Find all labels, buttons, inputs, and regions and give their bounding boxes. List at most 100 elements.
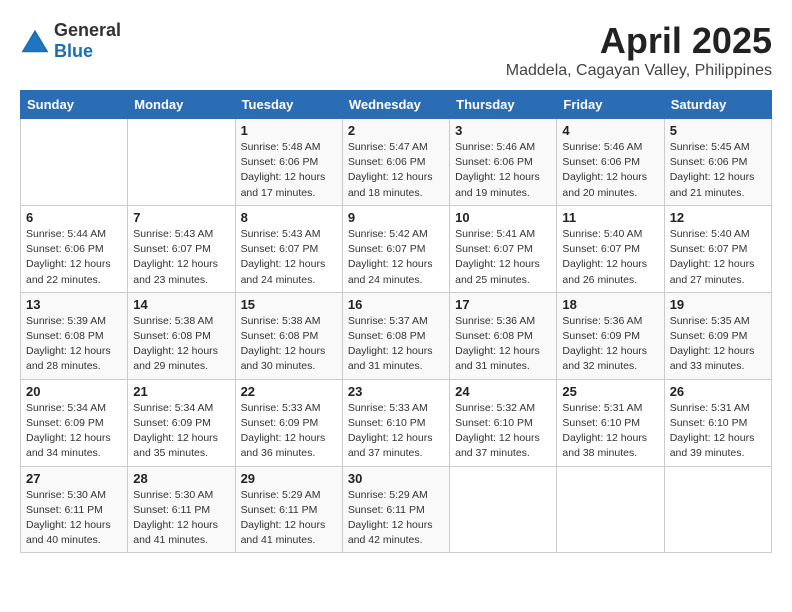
calendar-cell: 18Sunrise: 5:36 AM Sunset: 6:09 PM Dayli…: [557, 292, 664, 379]
calendar-cell: [450, 466, 557, 553]
day-info: Sunrise: 5:30 AM Sunset: 6:11 PM Dayligh…: [133, 488, 229, 549]
day-info: Sunrise: 5:37 AM Sunset: 6:08 PM Dayligh…: [348, 314, 444, 375]
day-number: 15: [241, 297, 337, 312]
day-number: 3: [455, 123, 551, 138]
calendar-cell: 2 Sunrise: 5:47 AM Sunset: 6:06 PM Daylig…: [342, 119, 449, 206]
calendar-cell: [664, 466, 771, 553]
calendar-cell: 24 Sunrise: 5:32 AM Sunset: 6:10 PM Dayli…: [450, 379, 557, 466]
day-info: Sunrise: 5:36 AM Sunset: 6:08 PM Dayligh…: [455, 314, 551, 375]
page-header: General Blue April 2025 Maddela, Cagayan…: [20, 20, 772, 80]
header-thursday: Thursday: [450, 91, 557, 119]
logo-text: General Blue: [54, 20, 121, 62]
header-sunday: Sunday: [21, 91, 128, 119]
day-number: 2: [348, 123, 444, 138]
day-number: 8: [241, 210, 337, 225]
calendar-week-row: 13 Sunrise: 5:39 AM Sunset: 6:08 PM Dayli…: [21, 292, 772, 379]
calendar-cell: 1 Sunrise: 5:48 AM Sunset: 6:06 PM Daylig…: [235, 119, 342, 206]
day-number: 28: [133, 471, 229, 486]
calendar-cell: 30 Sunrise: 5:29 AM Sunset: 6:11 PM Dayli…: [342, 466, 449, 553]
day-number: 9: [348, 210, 444, 225]
header-monday: Monday: [128, 91, 235, 119]
calendar-cell: 8 Sunrise: 5:43 AM Sunset: 6:07 PM Daylig…: [235, 205, 342, 292]
calendar-week-row: 6Sunrise: 5:44 AM Sunset: 6:06 PM Daylig…: [21, 205, 772, 292]
day-info: Sunrise: 5:32 AM Sunset: 6:10 PM Dayligh…: [455, 401, 551, 462]
day-info: Sunrise: 5:29 AM Sunset: 6:11 PM Dayligh…: [241, 488, 337, 549]
day-info: Sunrise: 5:34 AM Sunset: 6:09 PM Dayligh…: [26, 401, 122, 462]
day-number: 12: [670, 210, 766, 225]
calendar-cell: 21 Sunrise: 5:34 AM Sunset: 6:09 PM Dayli…: [128, 379, 235, 466]
day-info: Sunrise: 5:31 AM Sunset: 6:10 PM Dayligh…: [562, 401, 658, 462]
calendar-cell: 4Sunrise: 5:46 AM Sunset: 6:06 PM Daylig…: [557, 119, 664, 206]
calendar-cell: 16 Sunrise: 5:37 AM Sunset: 6:08 PM Dayli…: [342, 292, 449, 379]
header-tuesday: Tuesday: [235, 91, 342, 119]
location: Maddela, Cagayan Valley, Philippines: [506, 62, 772, 80]
day-info: Sunrise: 5:38 AM Sunset: 6:08 PM Dayligh…: [133, 314, 229, 375]
calendar-cell: 7Sunrise: 5:43 AM Sunset: 6:07 PM Daylig…: [128, 205, 235, 292]
day-number: 17: [455, 297, 551, 312]
day-info: Sunrise: 5:39 AM Sunset: 6:08 PM Dayligh…: [26, 314, 122, 375]
header-wednesday: Wednesday: [342, 91, 449, 119]
day-number: 4: [562, 123, 658, 138]
day-info: Sunrise: 5:30 AM Sunset: 6:11 PM Dayligh…: [26, 488, 122, 549]
calendar-cell: 17 Sunrise: 5:36 AM Sunset: 6:08 PM Dayli…: [450, 292, 557, 379]
calendar-cell: 27 Sunrise: 5:30 AM Sunset: 6:11 PM Dayli…: [21, 466, 128, 553]
calendar-week-row: 20Sunrise: 5:34 AM Sunset: 6:09 PM Dayli…: [21, 379, 772, 466]
calendar-week-row: 27 Sunrise: 5:30 AM Sunset: 6:11 PM Dayli…: [21, 466, 772, 553]
day-info: Sunrise: 5:33 AM Sunset: 6:10 PM Dayligh…: [348, 401, 444, 462]
day-info: Sunrise: 5:48 AM Sunset: 6:06 PM Dayligh…: [241, 140, 337, 201]
day-info: Sunrise: 5:43 AM Sunset: 6:07 PM Dayligh…: [241, 227, 337, 288]
day-number: 29: [241, 471, 337, 486]
title-area: April 2025 Maddela, Cagayan Valley, Phil…: [506, 20, 772, 80]
day-number: 18: [562, 297, 658, 312]
day-info: Sunrise: 5:46 AM Sunset: 6:06 PM Dayligh…: [455, 140, 551, 201]
day-number: 26: [670, 384, 766, 399]
day-info: Sunrise: 5:34 AM Sunset: 6:09 PM Dayligh…: [133, 401, 229, 462]
day-number: 16: [348, 297, 444, 312]
calendar-cell: 13 Sunrise: 5:39 AM Sunset: 6:08 PM Dayli…: [21, 292, 128, 379]
calendar-cell: 28 Sunrise: 5:30 AM Sunset: 6:11 PM Dayli…: [128, 466, 235, 553]
day-number: 10: [455, 210, 551, 225]
day-info: Sunrise: 5:35 AM Sunset: 6:09 PM Dayligh…: [670, 314, 766, 375]
day-number: 14: [133, 297, 229, 312]
day-info: Sunrise: 5:40 AM Sunset: 6:07 PM Dayligh…: [670, 227, 766, 288]
day-info: Sunrise: 5:45 AM Sunset: 6:06 PM Dayligh…: [670, 140, 766, 201]
calendar-cell: 20Sunrise: 5:34 AM Sunset: 6:09 PM Dayli…: [21, 379, 128, 466]
calendar-cell: 29 Sunrise: 5:29 AM Sunset: 6:11 PM Dayli…: [235, 466, 342, 553]
day-info: Sunrise: 5:41 AM Sunset: 6:07 PM Dayligh…: [455, 227, 551, 288]
calendar-week-row: 1 Sunrise: 5:48 AM Sunset: 6:06 PM Daylig…: [21, 119, 772, 206]
day-number: 7: [133, 210, 229, 225]
calendar-cell: 23 Sunrise: 5:33 AM Sunset: 6:10 PM Dayli…: [342, 379, 449, 466]
day-info: Sunrise: 5:40 AM Sunset: 6:07 PM Dayligh…: [562, 227, 658, 288]
calendar-cell: 6Sunrise: 5:44 AM Sunset: 6:06 PM Daylig…: [21, 205, 128, 292]
calendar-cell: 22Sunrise: 5:33 AM Sunset: 6:09 PM Dayli…: [235, 379, 342, 466]
header-friday: Friday: [557, 91, 664, 119]
day-info: Sunrise: 5:31 AM Sunset: 6:10 PM Dayligh…: [670, 401, 766, 462]
day-number: 5: [670, 123, 766, 138]
day-info: Sunrise: 5:29 AM Sunset: 6:11 PM Dayligh…: [348, 488, 444, 549]
calendar-cell: 11Sunrise: 5:40 AM Sunset: 6:07 PM Dayli…: [557, 205, 664, 292]
calendar-cell: 19Sunrise: 5:35 AM Sunset: 6:09 PM Dayli…: [664, 292, 771, 379]
header-saturday: Saturday: [664, 91, 771, 119]
day-number: 21: [133, 384, 229, 399]
day-number: 24: [455, 384, 551, 399]
day-info: Sunrise: 5:38 AM Sunset: 6:08 PM Dayligh…: [241, 314, 337, 375]
logo: General Blue: [20, 20, 121, 62]
day-number: 23: [348, 384, 444, 399]
day-info: Sunrise: 5:47 AM Sunset: 6:06 PM Dayligh…: [348, 140, 444, 201]
calendar-cell: 3 Sunrise: 5:46 AM Sunset: 6:06 PM Daylig…: [450, 119, 557, 206]
day-number: 1: [241, 123, 337, 138]
calendar-table: Sunday Monday Tuesday Wednesday Thursday…: [20, 90, 772, 553]
day-number: 30: [348, 471, 444, 486]
calendar-cell: 12 Sunrise: 5:40 AM Sunset: 6:07 PM Dayli…: [664, 205, 771, 292]
day-number: 13: [26, 297, 122, 312]
day-number: 27: [26, 471, 122, 486]
calendar-cell: [557, 466, 664, 553]
weekday-header-row: Sunday Monday Tuesday Wednesday Thursday…: [21, 91, 772, 119]
calendar-cell: 26 Sunrise: 5:31 AM Sunset: 6:10 PM Dayli…: [664, 379, 771, 466]
calendar-cell: 5 Sunrise: 5:45 AM Sunset: 6:06 PM Daylig…: [664, 119, 771, 206]
calendar-cell: [128, 119, 235, 206]
day-info: Sunrise: 5:33 AM Sunset: 6:09 PM Dayligh…: [241, 401, 337, 462]
calendar-cell: 15 Sunrise: 5:38 AM Sunset: 6:08 PM Dayli…: [235, 292, 342, 379]
calendar-cell: [21, 119, 128, 206]
calendar-cell: 9Sunrise: 5:42 AM Sunset: 6:07 PM Daylig…: [342, 205, 449, 292]
